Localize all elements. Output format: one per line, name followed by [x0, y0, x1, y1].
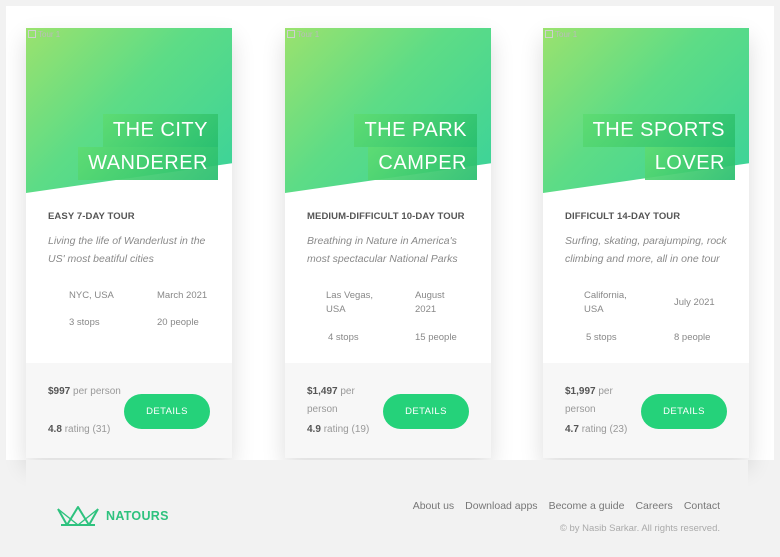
tour-location: California, USA	[584, 290, 627, 315]
details-button[interactable]: DETAILS	[124, 394, 210, 429]
tour-price: $1,497 per person	[307, 383, 387, 419]
natours-logo[interactable]: NATOURS	[56, 503, 169, 529]
tour-difficulty: DIFFICULT 14-DAY TOUR	[565, 211, 681, 222]
tour-location: NYC, USA	[69, 290, 114, 301]
rating-count: (31)	[92, 424, 111, 435]
tour-title-line: THE SPORTS	[582, 114, 735, 147]
price-value: $1,997	[565, 386, 596, 397]
rating-count: (19)	[351, 424, 370, 435]
tour-title-line: WANDERER	[78, 147, 218, 180]
broken-image-alt: Tour 1	[287, 30, 319, 39]
tour-group-size: 8 people	[674, 332, 711, 343]
crown-logo-icon	[57, 506, 99, 526]
tour-difficulty: MEDIUM-DIFFICULT 10-DAY TOUR	[307, 211, 465, 222]
details-button[interactable]: DETAILS	[641, 394, 727, 429]
tour-title-line: LOVER	[644, 147, 735, 180]
tour-title-line: THE CITY	[102, 114, 218, 147]
tours-overview: Tour 1 THE CITY WANDERER EASY 7-DAY TOUR…	[6, 6, 774, 460]
rating-value: 4.8	[48, 424, 62, 435]
logo-text: NATOURS	[106, 509, 169, 523]
footer-nav: About us Download apps Become a guide Ca…	[402, 500, 720, 512]
tour-stops: 3 stops	[69, 317, 100, 328]
tour-date: August 2021	[415, 290, 445, 315]
image-alt-text: Tour 1	[297, 30, 320, 39]
rating-label: rating	[64, 424, 90, 435]
tour-location: Las Vegas, USA	[326, 290, 374, 315]
tour-stops: 4 stops	[328, 332, 359, 343]
tour-rating: 4.7 rating (23)	[565, 424, 627, 435]
tour-rating: 4.9 rating (19)	[307, 424, 369, 435]
footer-link-contact[interactable]: Contact	[684, 500, 720, 512]
tour-date: July 2021	[674, 297, 715, 308]
tour-date: March 2021	[157, 290, 208, 301]
footer-link-download-apps[interactable]: Download apps	[465, 500, 537, 512]
price-value: $1,497	[307, 386, 338, 397]
broken-image-icon	[28, 30, 36, 38]
tour-rating: 4.8 rating (31)	[48, 424, 110, 435]
broken-image-alt: Tour 1	[28, 30, 60, 39]
tour-price: $1,997 per person	[565, 383, 645, 419]
broken-image-icon	[545, 30, 553, 38]
broken-image-alt: Tour 1	[545, 30, 577, 39]
tour-title: THE CITY WANDERER	[78, 114, 218, 180]
rating-label: rating	[581, 424, 607, 435]
tour-card: Tour 1 THE CITY WANDERER EASY 7-DAY TOUR…	[26, 28, 232, 458]
footer-link-about-us[interactable]: About us	[413, 500, 454, 512]
tour-card: Tour 1 THE PARK CAMPER MEDIUM-DIFFICULT …	[285, 28, 491, 458]
broken-image-icon	[287, 30, 295, 38]
tour-title: THE SPORTS LOVER	[582, 114, 735, 180]
price-unit: per person	[73, 386, 121, 397]
tour-card: Tour 1 THE SPORTS LOVER DIFFICULT 14-DAY…	[543, 28, 749, 458]
tour-group-size: 15 people	[415, 332, 457, 343]
footer-link-become-a-guide[interactable]: Become a guide	[549, 500, 625, 512]
rating-label: rating	[323, 424, 349, 435]
tour-title-line: THE PARK	[354, 114, 477, 147]
footer-link-careers[interactable]: Careers	[635, 500, 672, 512]
page: Tour 1 THE CITY WANDERER EASY 7-DAY TOUR…	[0, 0, 780, 557]
price-value: $997	[48, 386, 71, 397]
image-alt-text: Tour 1	[38, 30, 61, 39]
image-alt-text: Tour 1	[555, 30, 578, 39]
tour-summary: Surfing, skating, parajumping, rock clim…	[565, 235, 727, 265]
site-footer: NATOURS About us Download apps Become a …	[26, 460, 748, 557]
tour-price: $997 per person	[48, 383, 128, 401]
rating-value: 4.7	[565, 424, 579, 435]
tour-summary: Living the life of Wanderlust in the US'…	[48, 235, 206, 265]
copyright-text: © by Nasib Sarkar. All rights reserved.	[559, 523, 720, 534]
details-button[interactable]: DETAILS	[383, 394, 469, 429]
tour-group-size: 20 people	[157, 317, 199, 328]
rating-value: 4.9	[307, 424, 321, 435]
tour-stops: 5 stops	[586, 332, 617, 343]
tour-summary: Breathing in Nature in America's most sp…	[307, 235, 458, 265]
tour-title-line: CAMPER	[368, 147, 477, 180]
tour-difficulty: EASY 7-DAY TOUR	[48, 211, 135, 222]
tour-title: THE PARK CAMPER	[354, 114, 477, 180]
rating-count: (23)	[609, 424, 628, 435]
